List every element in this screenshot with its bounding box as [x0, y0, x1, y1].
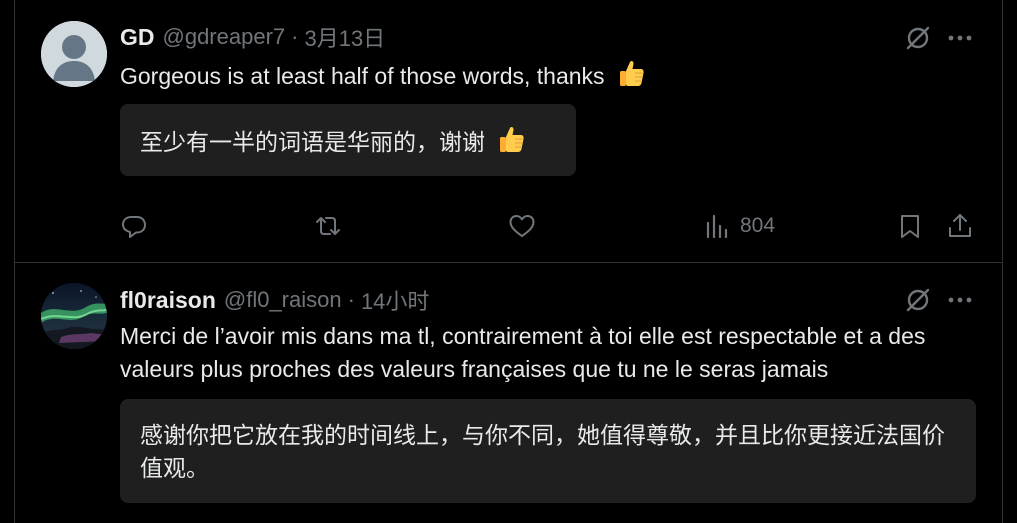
user-handle[interactable]: @fl0_raison: [224, 287, 342, 313]
aurora-avatar-image: [41, 283, 107, 349]
avatar[interactable]: [41, 21, 107, 87]
thumbs-up-emoji: [500, 126, 525, 152]
views-button[interactable]: 804: [704, 208, 775, 244]
thumbs-up-emoji: [619, 60, 644, 86]
tweet-header: GD @gdreaper7 · 3月13日: [120, 22, 385, 52]
tweet-text-content: Merci de l’avoir mis dans ma tl, contrai…: [120, 323, 926, 382]
retweet-icon: [316, 217, 340, 235]
translation-text: 感谢你把它放在我的时间线上，与你不同，她值得尊敬，并且比你更接近法国价值观。: [140, 422, 945, 481]
share-button[interactable]: [946, 208, 974, 244]
translation-box: 至少有一半的词语是华丽的，谢谢: [120, 104, 576, 176]
display-name[interactable]: GD: [120, 24, 155, 51]
user-handle[interactable]: @gdreaper7: [163, 24, 286, 50]
default-avatar-icon: [41, 21, 107, 87]
timestamp[interactable]: 14小时: [361, 284, 429, 316]
translation-box: 感谢你把它放在我的时间线上，与你不同，她值得尊敬，并且比你更接近法国价值观。: [120, 399, 976, 503]
tweet-header: fl0raison @fl0_raison · 14小时: [120, 285, 429, 315]
like-icon: [509, 215, 535, 237]
more-icon[interactable]: [946, 286, 974, 314]
tweet[interactable]: fl0raison @fl0_raison · 14小时 Merci de l’…: [14, 263, 1003, 523]
avatar[interactable]: [41, 283, 107, 349]
grok-icon[interactable]: [904, 24, 932, 52]
timestamp[interactable]: 3月13日: [304, 21, 385, 53]
more-icon[interactable]: [946, 24, 974, 52]
translation-text: 至少有一半的词语是华丽的，谢谢: [140, 129, 485, 155]
views-count: 804: [740, 214, 776, 237]
bookmark-button[interactable]: [896, 208, 924, 244]
views-icon: [706, 214, 728, 239]
reply-button[interactable]: [120, 208, 148, 244]
tweet-text-content: Gorgeous is at least half of those words…: [120, 63, 605, 89]
tweet-actions: 804: [120, 208, 1002, 244]
retweet-button[interactable]: [314, 208, 342, 244]
separator-dot: ·: [347, 287, 355, 312]
separator-dot: ·: [291, 24, 299, 49]
share-icon: [949, 214, 971, 237]
grok-icon[interactable]: [904, 286, 932, 314]
tweet[interactable]: GD @gdreaper7 · 3月13日 Gorgeous is at lea…: [14, 0, 1003, 263]
like-button[interactable]: [508, 208, 536, 244]
reply-icon: [122, 216, 146, 238]
tweet-text: Gorgeous is at least half of those words…: [120, 58, 982, 93]
bookmark-icon: [901, 215, 919, 238]
tweet-text: Merci de l’avoir mis dans ma tl, contrai…: [120, 320, 982, 386]
display-name[interactable]: fl0raison: [120, 287, 216, 314]
